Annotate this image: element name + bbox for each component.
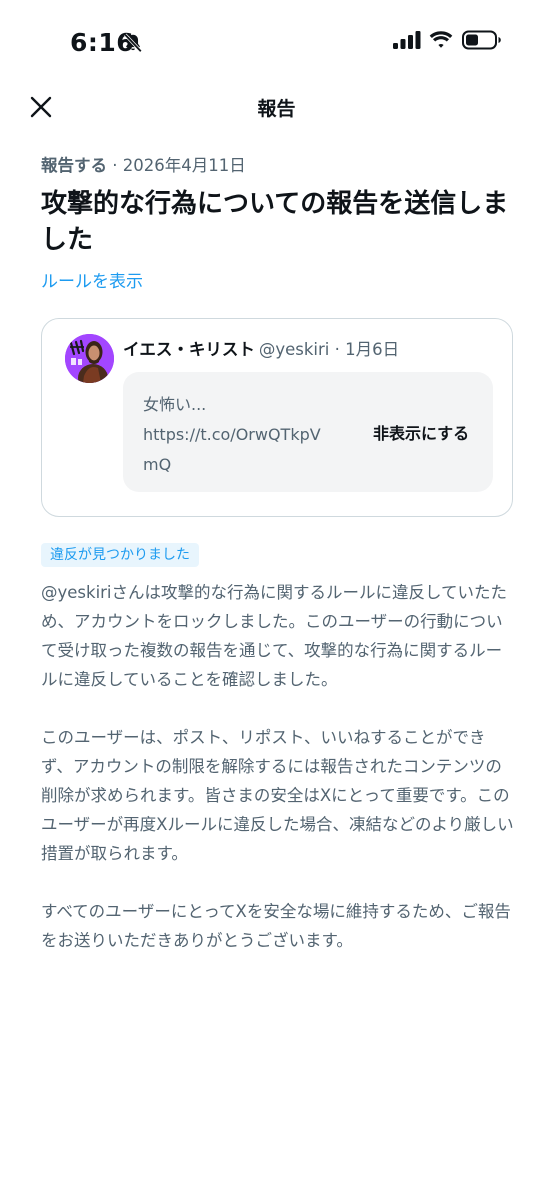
report-type: 報告する bbox=[41, 156, 107, 175]
result-paragraph: @yeskiriさんは攻撃的な行為に関するルールに違反していたため、アカウントを… bbox=[41, 583, 508, 689]
bell-slash-icon bbox=[122, 32, 144, 58]
hidden-text-line: https://t.co/OrwQTkpV bbox=[143, 425, 321, 444]
battery-icon bbox=[462, 30, 502, 54]
post-handle[interactable]: @yeskiri bbox=[259, 340, 330, 359]
report-screen: 6:16 報告 報告する · 2026年4月11日 攻撃的な行為についての報告を… bbox=[0, 0, 553, 1200]
hidden-post-content: 女怖い... https://t.co/OrwQTkpV mQ 非表示にする bbox=[123, 372, 493, 492]
hide-toggle-button[interactable]: 非表示にする bbox=[373, 420, 469, 444]
view-rules-link[interactable]: ルールを表示 bbox=[41, 267, 143, 292]
post-meta-separator: · bbox=[329, 340, 346, 359]
report-date: 2026年4月11日 bbox=[122, 156, 246, 175]
avatar[interactable] bbox=[65, 334, 114, 383]
meta-separator: · bbox=[107, 156, 123, 175]
post-date: 1月6日 bbox=[345, 340, 400, 359]
post-header: イエス・キリスト @yeskiri · 1月6日 bbox=[123, 336, 399, 360]
page-title: 報告 bbox=[257, 98, 296, 120]
report-headline: 攻撃的な行為についての報告を送信しました bbox=[41, 189, 509, 255]
status-bar: 6:16 bbox=[0, 0, 553, 82]
result-paragraph: このユーザーは、ポスト、リポスト、いいねすることができず、アカウントの制限を解除… bbox=[41, 728, 514, 863]
hidden-post-text: 女怖い... https://t.co/OrwQTkpV mQ bbox=[143, 390, 343, 480]
nav-header: 報告 bbox=[0, 84, 553, 128]
reported-post-card[interactable]: イエス・キリスト @yeskiri · 1月6日 女怖い... https://t… bbox=[41, 318, 513, 517]
post-author-name[interactable]: イエス・キリスト bbox=[123, 340, 255, 359]
result-paragraph: すべてのユーザーにとってXを安全な場に維持するため、ご報告をお送りいただきありが… bbox=[41, 902, 511, 950]
cellular-signal-icon bbox=[393, 31, 421, 53]
hidden-text-line: 女怖い... bbox=[143, 395, 207, 414]
status-badge: 違反が見つかりました bbox=[41, 543, 199, 567]
wifi-icon bbox=[428, 30, 454, 54]
report-meta: 報告する · 2026年4月11日 bbox=[41, 152, 246, 176]
result-description: @yeskiriさんは攻撃的な行為に関するルールに違反していたため、アカウントを… bbox=[41, 578, 516, 984]
hidden-text-line: mQ bbox=[143, 455, 172, 474]
